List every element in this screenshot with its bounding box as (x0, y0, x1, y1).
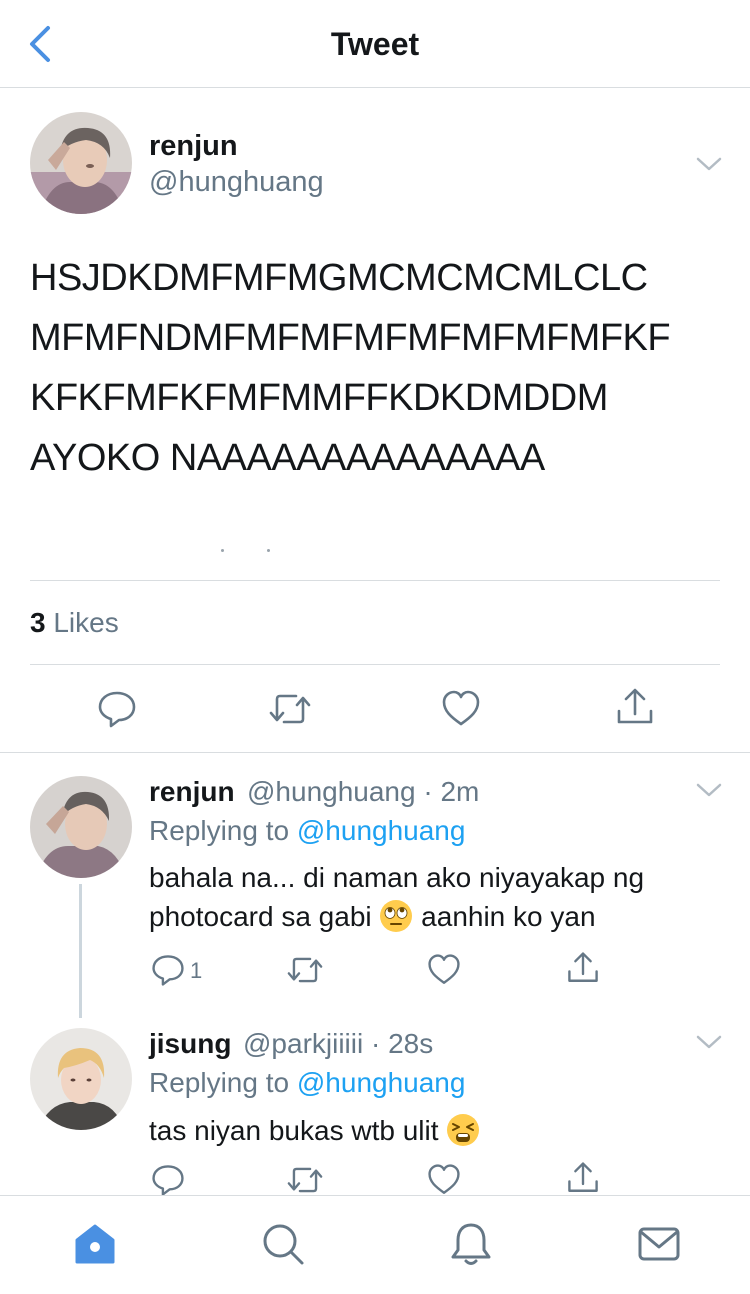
author-handle[interactable]: @hunghuang (149, 166, 324, 199)
reply-author-name[interactable]: jisung (149, 1028, 231, 1060)
reply-text-part: aanhin ko yan (413, 901, 596, 932)
retweet-button[interactable] (268, 689, 312, 729)
tab-messages[interactable] (635, 1220, 683, 1268)
replying-to: Replying to @hunghuang (149, 1067, 465, 1099)
page-title: Tweet (330, 26, 420, 62)
share-icon (568, 1162, 598, 1192)
heart-icon (428, 1164, 460, 1194)
reply-button[interactable] (151, 1163, 185, 1197)
reply-options-button[interactable] (695, 780, 723, 800)
home-icon (75, 1224, 115, 1264)
share-button[interactable] (566, 951, 600, 985)
heart-icon (442, 690, 480, 726)
envelope-icon (638, 1227, 680, 1261)
replying-to-prefix: Replying to (149, 1067, 297, 1098)
tired-face-icon (447, 1114, 480, 1146)
retweet-icon (269, 694, 311, 724)
face-with-rolling-eyes-icon (380, 900, 413, 932)
tweet-text: HSJDKDMFMFMGMCMCMCMLCLC MFMFNDMFMFMFMFMF… (30, 248, 720, 488)
like-button[interactable] (427, 953, 461, 987)
reply-author-name[interactable]: renjun (149, 776, 235, 808)
tweet-options-button[interactable] (695, 154, 723, 174)
reply-icon (152, 1165, 184, 1196)
divider (30, 664, 720, 665)
bell-icon (451, 1223, 491, 1265)
share-button[interactable] (615, 687, 655, 727)
tweet-text-line: KFKFMFKFMFMMFFKDKDMDDM (30, 377, 608, 419)
reply-text: bahala na... di naman ako niyayakap ng p… (149, 858, 709, 936)
tab-search[interactable] (259, 1220, 307, 1268)
like-button[interactable] (427, 1163, 461, 1197)
reply-button[interactable] (151, 953, 185, 987)
tab-notifications[interactable] (447, 1220, 495, 1268)
share-button[interactable] (566, 1161, 600, 1195)
heart-icon (428, 954, 460, 984)
thread-line (79, 884, 82, 1018)
avatar[interactable] (30, 776, 132, 878)
replying-to: Replying to @hunghuang (149, 815, 465, 847)
tab-home[interactable] (71, 1220, 119, 1268)
reply-icon (152, 955, 184, 986)
reply-options-button[interactable] (695, 1032, 723, 1052)
dot-mark (267, 549, 270, 552)
chevron-down-icon (696, 1035, 722, 1049)
retweet-icon (287, 1167, 323, 1193)
reply-text-part: tas niyan bukas wtb ulit (149, 1115, 447, 1146)
bottom-tab-bar (0, 1195, 750, 1294)
chevron-down-icon (696, 157, 722, 171)
reply-author-meta: @parkjiiiii · 28s (243, 1028, 434, 1059)
reply-text: tas niyan bukas wtb ulit (149, 1111, 709, 1150)
likes-label: Likes (53, 607, 119, 638)
divider (30, 580, 720, 581)
profile-photo (30, 112, 132, 214)
tweet-text-line: MFMFNDMFMFMFMFMFMFMFMFKF (30, 317, 671, 359)
top-bar: Tweet (0, 0, 750, 88)
like-button[interactable] (441, 689, 481, 729)
replying-to-prefix: Replying to (149, 815, 297, 846)
profile-photo (30, 776, 132, 878)
likes-stat[interactable]: 3 Likes (30, 607, 119, 639)
profile-photo (30, 1028, 132, 1130)
replying-to-handle[interactable]: @hunghuang (297, 815, 466, 846)
avatar[interactable] (30, 1028, 132, 1130)
retweet-button[interactable] (286, 953, 324, 987)
retweet-icon (287, 957, 323, 983)
tweet-text-line: AYOKO NAAAAAAAAAAAAAA (30, 437, 545, 479)
divider (0, 752, 750, 753)
search-icon (263, 1224, 304, 1265)
share-icon (617, 688, 653, 724)
reply-button[interactable] (97, 689, 137, 729)
reply-icon (98, 691, 136, 728)
retweet-button[interactable] (286, 1163, 324, 1197)
replying-to-handle[interactable]: @hunghuang (297, 1067, 466, 1098)
reply-author-meta: @hunghuang · 2m (247, 776, 480, 807)
author-name[interactable]: renjun (149, 130, 238, 163)
dot-mark (221, 549, 224, 552)
share-icon (568, 952, 598, 982)
reply-count: 1 (190, 958, 203, 983)
tweet-text-line: HSJDKDMFMFMGMCMCMCMLCLC (30, 257, 648, 299)
chevron-down-icon (696, 783, 722, 797)
avatar[interactable] (30, 112, 132, 214)
likes-count: 3 (30, 607, 46, 638)
